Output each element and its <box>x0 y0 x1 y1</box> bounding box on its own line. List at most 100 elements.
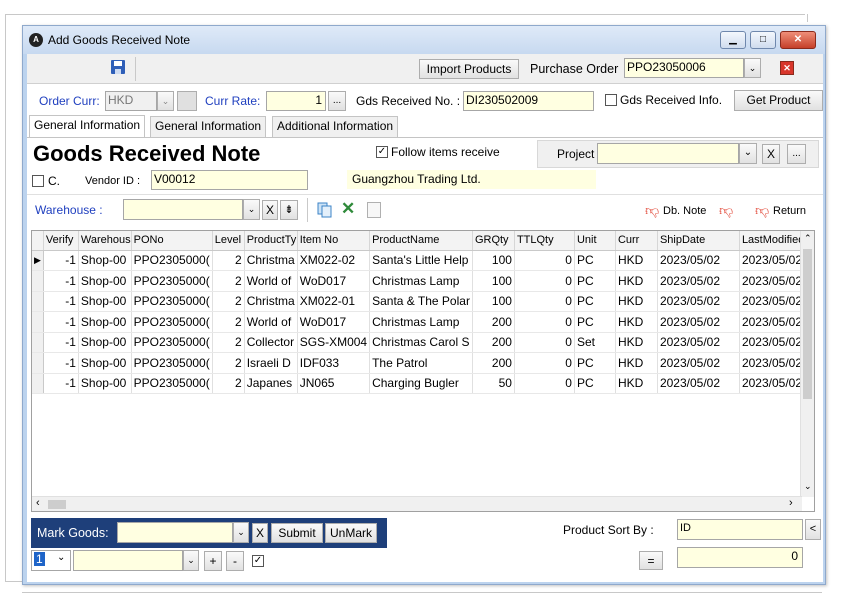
column-header[interactable]: Warehous <box>78 231 132 251</box>
h-scroll-thumb[interactable] <box>48 500 66 509</box>
column-header[interactable]: Verify <box>43 231 79 251</box>
table-cell[interactable]: 2 <box>212 373 245 394</box>
table-cell[interactable]: 0 <box>514 270 575 292</box>
column-header[interactable]: Level <box>212 231 245 251</box>
table-cell[interactable]: PPO2305000( <box>131 332 213 353</box>
copy-icon[interactable] <box>317 202 333 218</box>
table-cell[interactable]: -1 <box>43 311 79 333</box>
tab-general-information[interactable]: General Information <box>29 115 146 137</box>
filter-icon[interactable]: ⇟ <box>280 200 298 220</box>
table-cell[interactable]: PPO2305000( <box>131 250 213 271</box>
scroll-left-icon[interactable]: ‹ <box>36 497 40 509</box>
table-cell[interactable]: 2023/05/02 <box>739 311 810 333</box>
warehouse-dropdown[interactable]: ⌄ <box>243 199 260 220</box>
table-cell[interactable]: 2023/05/02 <box>739 250 810 271</box>
tab-additional-information[interactable]: Additional Information <box>272 116 399 137</box>
column-header[interactable]: Unit <box>574 231 616 251</box>
table-cell[interactable]: Christmas Carol S <box>369 332 473 353</box>
tab-general-information-2[interactable]: General Information <box>150 116 267 137</box>
sort-expand-button[interactable]: < <box>805 519 821 540</box>
table-cell[interactable]: IDF033 <box>297 352 371 374</box>
table-cell[interactable]: Set <box>574 332 616 353</box>
table-cell[interactable]: Christma <box>244 250 298 271</box>
plus-button[interactable]: + <box>204 551 222 571</box>
table-cell[interactable]: WoD017 <box>297 311 371 333</box>
table-cell[interactable]: 2023/05/02 <box>657 311 740 333</box>
scroll-down-icon[interactable]: ⌄ <box>804 481 812 492</box>
table-cell[interactable]: 2 <box>212 291 245 312</box>
table-cell[interactable]: XM022-01 <box>297 291 371 312</box>
table-cell[interactable]: 0 <box>514 291 575 312</box>
table-cell[interactable]: 2023/05/02 <box>739 332 810 353</box>
table-cell[interactable]: 2023/05/02 <box>739 373 810 394</box>
table-cell[interactable]: -1 <box>43 250 79 271</box>
table-cell[interactable]: JN065 <box>297 373 371 394</box>
table-cell[interactable]: PC <box>574 250 616 271</box>
column-header[interactable]: PONo <box>131 231 213 251</box>
order-curr-extra-button[interactable] <box>177 91 197 111</box>
column-header[interactable]: TTLQty <box>514 231 575 251</box>
table-cell[interactable]: Israeli D <box>244 352 298 374</box>
column-header[interactable]: ProductTy <box>244 231 298 251</box>
minus-button[interactable]: - <box>226 551 244 571</box>
project-browse-button[interactable]: ... <box>787 144 806 164</box>
import-products-button[interactable]: Import Products <box>419 59 519 79</box>
row-selector[interactable] <box>32 352 44 374</box>
table-cell[interactable]: 2023/05/02 <box>657 352 740 374</box>
table-cell[interactable]: HKD <box>615 311 658 333</box>
table-cell[interactable]: PC <box>574 270 616 292</box>
return-icon[interactable]: 👎︎ <box>755 202 769 219</box>
table-cell[interactable]: 2023/05/02 <box>739 270 810 292</box>
table-cell[interactable]: 200 <box>472 352 515 374</box>
thumbs-down-icon-2[interactable]: 👎︎ <box>719 202 733 219</box>
title-bar[interactable]: A Add Goods Received Note ▁ □ ✕ <box>23 26 825 54</box>
gds-received-info-checkbox[interactable] <box>605 94 617 106</box>
project-dropdown[interactable]: ⌄ <box>739 143 757 164</box>
table-cell[interactable]: 0 <box>514 332 575 353</box>
total-field[interactable]: 0 <box>677 547 803 568</box>
follow-items-checkbox[interactable]: ✓ <box>376 146 388 158</box>
table-cell[interactable]: 2023/05/02 <box>739 291 810 312</box>
table-cell[interactable]: 2023/05/02 <box>657 270 740 292</box>
project-input[interactable] <box>597 143 739 164</box>
table-cell[interactable]: Santa & The Polar <box>369 291 473 312</box>
table-cell[interactable]: 100 <box>472 250 515 271</box>
table-cell[interactable]: -1 <box>43 291 79 312</box>
row-selector[interactable] <box>32 270 44 292</box>
table-cell[interactable]: XM022-02 <box>297 250 371 271</box>
table-cell[interactable]: World of <box>244 270 298 292</box>
table-row[interactable]: -1 Shop-00 PPO2305000(2 World of WoD017 Chris… <box>32 311 810 333</box>
excel-icon[interactable]: ✕ <box>341 199 355 219</box>
bottom-checkbox[interactable]: ✓ <box>252 555 264 567</box>
table-cell[interactable]: 2023/05/02 <box>657 332 740 353</box>
table-cell[interactable]: Shop-00 <box>78 270 132 292</box>
table-cell[interactable]: Christmas Lamp <box>369 270 473 292</box>
table-cell[interactable]: PPO2305000( <box>131 291 213 312</box>
column-header[interactable]: Item No <box>297 231 371 251</box>
table-cell[interactable]: PC <box>574 291 616 312</box>
table-cell[interactable]: 2023/05/02 <box>657 373 740 394</box>
page-dropdown-icon[interactable]: ⌄ <box>57 552 65 563</box>
table-cell[interactable]: PPO2305000( <box>131 373 213 394</box>
table-cell[interactable]: -1 <box>43 270 79 292</box>
submit-button[interactable]: Submit <box>271 523 323 543</box>
table-cell[interactable]: HKD <box>615 373 658 394</box>
row-selector[interactable] <box>32 291 44 312</box>
table-cell[interactable]: World of <box>244 311 298 333</box>
curr-rate-browse-button[interactable]: ... <box>328 91 346 111</box>
column-header[interactable]: Curr <box>615 231 658 251</box>
table-cell[interactable]: Japanes <box>244 373 298 394</box>
table-cell[interactable]: HKD <box>615 270 658 292</box>
table-cell[interactable]: 2 <box>212 352 245 374</box>
table-cell[interactable]: Shop-00 <box>78 311 132 333</box>
table-cell[interactable]: Christmas Lamp <box>369 311 473 333</box>
horizontal-scrollbar[interactable]: ‹ › <box>32 496 802 511</box>
table-cell[interactable]: HKD <box>615 352 658 374</box>
minimize-button[interactable]: ▁ <box>720 31 746 49</box>
order-curr-dropdown[interactable]: ⌄ <box>157 91 174 111</box>
table-cell[interactable]: SGS-XM004 <box>297 332 371 353</box>
db-note-label[interactable]: Db. Note <box>663 205 706 217</box>
column-header[interactable]: ProductName <box>369 231 473 251</box>
purchase-order-dropdown[interactable]: ⌄ <box>744 58 761 78</box>
row-selector[interactable] <box>32 373 44 394</box>
